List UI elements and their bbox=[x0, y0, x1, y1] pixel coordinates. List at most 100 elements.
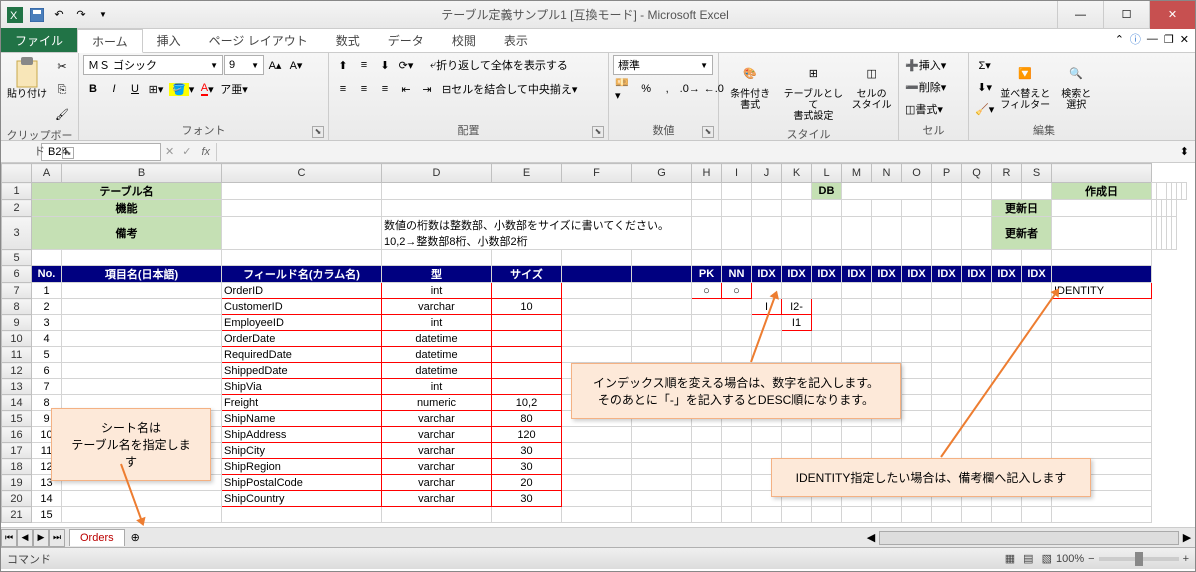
cell[interactable] bbox=[692, 491, 722, 507]
tab-nav-first[interactable]: ⏮ bbox=[1, 529, 17, 547]
cell[interactable] bbox=[562, 427, 632, 443]
cell[interactable] bbox=[62, 299, 222, 315]
cell[interactable] bbox=[1022, 443, 1052, 459]
cell[interactable] bbox=[1052, 299, 1152, 315]
decrease-font-icon[interactable]: A▾ bbox=[286, 55, 306, 75]
cell[interactable]: 120 bbox=[492, 427, 562, 443]
cell[interactable] bbox=[32, 250, 62, 266]
cell[interactable] bbox=[492, 379, 562, 395]
cell[interactable] bbox=[782, 183, 812, 200]
row-header[interactable]: 2 bbox=[2, 200, 32, 217]
cell[interactable] bbox=[692, 331, 722, 347]
cell[interactable] bbox=[902, 363, 932, 379]
cell[interactable] bbox=[692, 475, 722, 491]
cell[interactable]: ShipCountry bbox=[222, 491, 382, 507]
find-select-button[interactable]: 🔍検索と 選択 bbox=[1054, 55, 1098, 113]
comma-icon[interactable]: , bbox=[657, 79, 677, 99]
col-header[interactable]: S bbox=[1022, 164, 1052, 183]
cell[interactable]: varchar bbox=[382, 491, 492, 507]
cell[interactable] bbox=[1052, 315, 1152, 331]
cell[interactable] bbox=[902, 315, 932, 331]
formula-bar[interactable] bbox=[216, 143, 1174, 161]
cell[interactable]: varchar bbox=[382, 411, 492, 427]
cell[interactable] bbox=[632, 507, 692, 523]
col-header[interactable]: H bbox=[692, 164, 722, 183]
cell[interactable]: 14 bbox=[32, 491, 62, 507]
cell[interactable] bbox=[1052, 411, 1152, 427]
row-header[interactable]: 10 bbox=[2, 331, 32, 347]
cell[interactable] bbox=[992, 443, 1022, 459]
row-header[interactable]: 12 bbox=[2, 363, 32, 379]
cell[interactable] bbox=[962, 217, 992, 250]
cell[interactable]: NN bbox=[722, 266, 752, 283]
cell[interactable]: datetime bbox=[382, 347, 492, 363]
cell[interactable] bbox=[782, 283, 812, 299]
cell[interactable] bbox=[562, 250, 632, 266]
tab-home[interactable]: ホーム bbox=[77, 29, 143, 53]
cell[interactable] bbox=[962, 250, 992, 266]
cut-icon[interactable]: ✂ bbox=[51, 55, 73, 77]
row-header[interactable]: 17 bbox=[2, 443, 32, 459]
cell[interactable]: ○ bbox=[692, 283, 722, 299]
cell[interactable] bbox=[562, 315, 632, 331]
align-bottom-icon[interactable]: ⬇ bbox=[375, 55, 395, 75]
cell[interactable] bbox=[812, 200, 842, 217]
cell[interactable] bbox=[1022, 507, 1052, 523]
cell[interactable] bbox=[562, 507, 632, 523]
cell[interactable] bbox=[632, 250, 692, 266]
cell[interactable] bbox=[902, 379, 932, 395]
qat-dropdown-icon[interactable]: ▼ bbox=[93, 5, 113, 25]
expand-formula-icon[interactable]: ⬍ bbox=[1174, 145, 1195, 158]
cell[interactable] bbox=[752, 200, 782, 217]
cell[interactable]: ShipVia bbox=[222, 379, 382, 395]
cell[interactable] bbox=[1022, 379, 1052, 395]
cell[interactable] bbox=[752, 250, 782, 266]
cell[interactable] bbox=[62, 363, 222, 379]
cell[interactable]: 備考 bbox=[32, 217, 222, 250]
tab-formulas[interactable]: 数式 bbox=[322, 28, 374, 52]
cell[interactable] bbox=[932, 299, 962, 315]
file-tab[interactable]: ファイル bbox=[1, 28, 77, 52]
orientation-icon[interactable]: ⟳▾ bbox=[396, 55, 416, 75]
cell[interactable] bbox=[842, 283, 872, 299]
cell[interactable] bbox=[752, 217, 782, 250]
cell[interactable] bbox=[722, 315, 752, 331]
minimize-ribbon-icon[interactable]: ⌃ bbox=[1115, 33, 1124, 46]
cell[interactable] bbox=[902, 395, 932, 411]
cell[interactable]: I2- bbox=[782, 299, 812, 315]
cell[interactable] bbox=[992, 379, 1022, 395]
cell[interactable]: 30 bbox=[492, 459, 562, 475]
cell[interactable]: OrderID bbox=[222, 283, 382, 299]
cell[interactable]: int bbox=[382, 283, 492, 299]
cell[interactable] bbox=[962, 315, 992, 331]
cell[interactable]: varchar bbox=[382, 475, 492, 491]
cell[interactable] bbox=[752, 507, 782, 523]
cell[interactable] bbox=[382, 200, 692, 217]
cell[interactable] bbox=[962, 299, 992, 315]
bold-button[interactable]: B bbox=[83, 79, 103, 99]
cell[interactable] bbox=[562, 266, 632, 283]
close-button[interactable]: ✕ bbox=[1149, 1, 1195, 29]
cell[interactable] bbox=[382, 250, 492, 266]
increase-decimal-icon[interactable]: .0→ bbox=[678, 79, 701, 99]
cell[interactable]: IDX bbox=[1022, 266, 1052, 283]
cell[interactable]: IDX bbox=[872, 266, 902, 283]
cell[interactable]: I1 bbox=[782, 315, 812, 331]
select-all-cell[interactable] bbox=[2, 164, 32, 183]
cell[interactable] bbox=[692, 347, 722, 363]
cell[interactable] bbox=[962, 507, 992, 523]
cell[interactable]: ShipRegion bbox=[222, 459, 382, 475]
col-header[interactable]: F bbox=[562, 164, 632, 183]
hscroll-track[interactable] bbox=[879, 531, 1179, 545]
conditional-format-button[interactable]: 🎨条件付き 書式 bbox=[723, 55, 777, 113]
cell[interactable] bbox=[782, 200, 812, 217]
cell[interactable]: 1 bbox=[32, 283, 62, 299]
cell[interactable]: 7 bbox=[32, 379, 62, 395]
fx-icon[interactable]: fx bbox=[201, 146, 210, 158]
cell[interactable] bbox=[932, 331, 962, 347]
cell[interactable]: IDX bbox=[842, 266, 872, 283]
cell[interactable] bbox=[492, 250, 562, 266]
cell[interactable] bbox=[932, 250, 962, 266]
cell[interactable] bbox=[562, 475, 632, 491]
cell[interactable] bbox=[962, 283, 992, 299]
